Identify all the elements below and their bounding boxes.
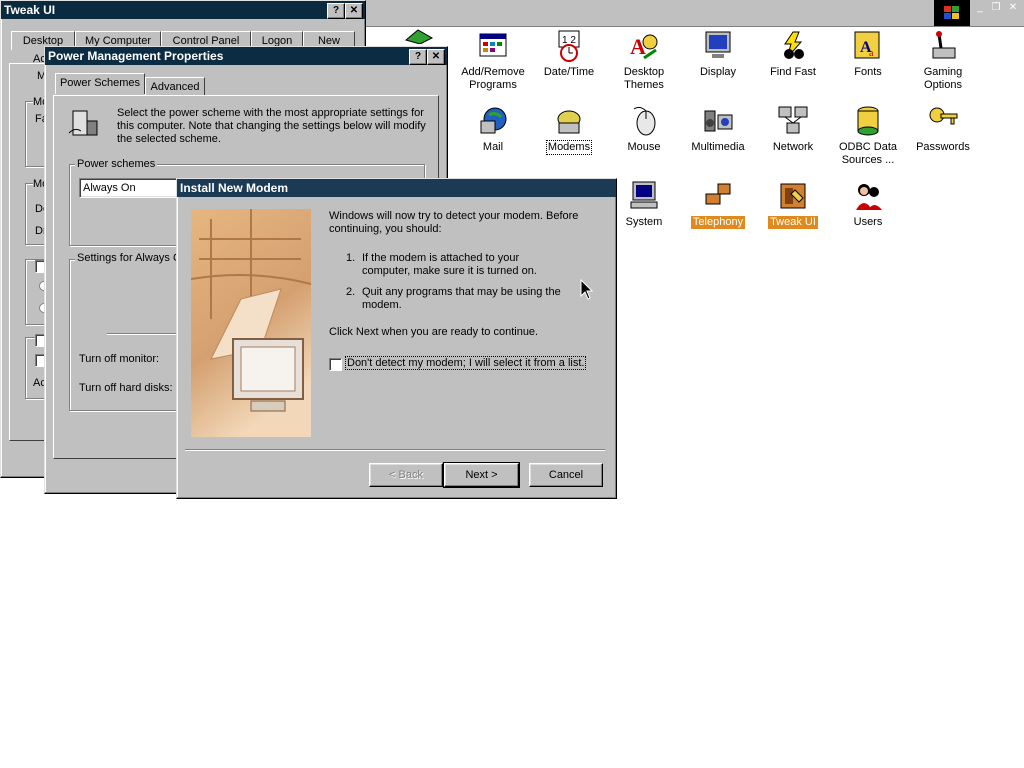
tweak-ui-icon: [777, 180, 809, 212]
power-settings-divider: [107, 333, 177, 335]
mail-icon: [477, 105, 509, 137]
turn-off-monitor-label: Turn off monitor:: [79, 353, 160, 365]
cp-item-network[interactable]: Network: [756, 105, 830, 154]
cp-item-label: Telephony: [690, 216, 746, 229]
dont-detect-label[interactable]: Don't detect my modem; I will select it …: [344, 356, 587, 370]
tab-advanced[interactable]: Advanced: [145, 77, 205, 96]
cp-item-desktop-themes[interactable]: A Desktop Themes: [607, 30, 681, 92]
cp-item-label: Desktop Themes: [623, 66, 665, 91]
cp-item-odbc[interactable]: ODBC Data Sources ...: [831, 105, 905, 167]
cp-item-users[interactable]: Users: [831, 180, 905, 229]
turn-off-disks-label: Turn off hard disks:: [79, 382, 173, 394]
cp-item-label: Tweak UI: [768, 216, 818, 229]
cp-item-system[interactable]: System: [607, 180, 681, 229]
wizard-divider: [185, 449, 605, 451]
window-title: Power Management Properties: [48, 49, 224, 63]
mouse-icon: [628, 105, 660, 137]
cp-item-fonts[interactable]: Aa Fonts: [831, 30, 905, 79]
help-button[interactable]: ?: [327, 3, 345, 19]
cp-item-mail[interactable]: Mail: [456, 105, 530, 154]
wizard-illustration: [190, 209, 312, 437]
next-button[interactable]: Next >: [443, 462, 520, 488]
network-icon: [777, 105, 809, 137]
cp-item-tweak-ui[interactable]: Tweak UI: [756, 180, 830, 229]
cp-item-add-remove-programs[interactable]: Add/Remove Programs: [456, 30, 530, 92]
cp-item-label: Add/Remove Programs: [461, 66, 525, 91]
cp-item-gaming-options[interactable]: Gaming Options: [906, 30, 980, 92]
window-title: Install New Modem: [180, 181, 289, 195]
odbc-icon: [852, 105, 884, 137]
cp-item-telephony[interactable]: Telephony: [681, 180, 755, 229]
cp-item-label: Fonts: [854, 66, 882, 78]
cp-item-mouse[interactable]: Mouse: [607, 105, 681, 154]
modems-icon: [553, 105, 585, 137]
wizard-step2: Quit any programs that may be using the …: [362, 286, 561, 311]
wizard-step1-num: 1.: [346, 252, 356, 264]
cancel-button[interactable]: Cancel: [529, 463, 603, 487]
tab-power-schemes[interactable]: Power Schemes: [55, 73, 145, 94]
hidden-cp-item-icon: [404, 28, 434, 45]
dont-detect-checkbox[interactable]: [329, 358, 342, 371]
power-scheme-icon: [67, 107, 101, 139]
cp-item-label: Network: [772, 141, 814, 153]
power-schemes-label: Power schemes: [75, 158, 158, 170]
display-icon: [702, 30, 734, 62]
cp-item-find-fast[interactable]: Find Fast: [756, 30, 830, 79]
mouse-pointer-icon: [580, 278, 594, 301]
telephony-icon: [702, 180, 734, 212]
desktop-themes-icon: A: [628, 30, 660, 62]
cp-item-date-time[interactable]: 1 2 Date/Time: [532, 30, 606, 79]
find-fast-icon: [777, 30, 809, 62]
system-icon: [628, 180, 660, 212]
cp-item-modems[interactable]: Modems: [532, 105, 606, 155]
power-management-titlebar: Power Management Properties ? ✕: [45, 47, 447, 65]
date-time-icon: 1 2: [553, 30, 585, 62]
cp-item-label: System: [625, 216, 663, 228]
close-button[interactable]: ✕: [345, 3, 363, 19]
add-remove-programs-icon: [477, 30, 509, 62]
wizard-step1: If the modem is attached to your compute…: [362, 252, 537, 277]
multimedia-icon: [702, 105, 734, 137]
gaming-options-icon: [927, 30, 959, 62]
cp-item-label: Display: [699, 66, 737, 78]
install-modem-titlebar: Install New Modem: [177, 179, 616, 197]
cp-item-label: ODBC Data Sources ...: [838, 141, 898, 166]
power-description: Select the power scheme with the most ap…: [117, 107, 426, 145]
svg-text:a: a: [869, 48, 874, 59]
cp-item-label: Date/Time: [543, 66, 595, 78]
install-modem-window: Install New Modem Windows will now try t…: [176, 178, 617, 499]
help-button[interactable]: ?: [409, 49, 427, 65]
cp-item-display[interactable]: Display: [681, 30, 755, 79]
power-settings-label: Settings for Always O: [75, 252, 184, 264]
window-title: Tweak UI: [4, 3, 56, 17]
cp-item-multimedia[interactable]: Multimedia: [681, 105, 755, 154]
cp-item-label: Mouse: [627, 141, 661, 153]
users-icon: [852, 180, 884, 212]
back-button[interactable]: < Back: [369, 463, 443, 487]
wizard-click-next: Click Next when you are ready to continu…: [329, 326, 539, 338]
cp-item-passwords[interactable]: Passwords: [906, 105, 980, 154]
cp-item-label: Modems: [545, 140, 593, 155]
tweak-ui-titlebar: Tweak UI ? ✕: [1, 1, 365, 19]
wizard-intro: Windows will now try to detect your mode…: [329, 210, 579, 235]
cp-item-label: Multimedia: [691, 141, 745, 153]
passwords-icon: [927, 105, 959, 137]
close-button[interactable]: ✕: [427, 49, 445, 65]
cp-item-label: Mail: [482, 141, 504, 153]
cp-item-label: Passwords: [916, 141, 970, 153]
cp-item-label: Gaming Options: [923, 66, 963, 91]
svg-text:A: A: [630, 34, 646, 59]
cp-item-label: Find Fast: [770, 66, 816, 78]
fonts-icon: Aa: [852, 30, 884, 62]
wizard-step2-num: 2.: [346, 286, 356, 298]
cp-item-label: Users: [853, 216, 883, 228]
